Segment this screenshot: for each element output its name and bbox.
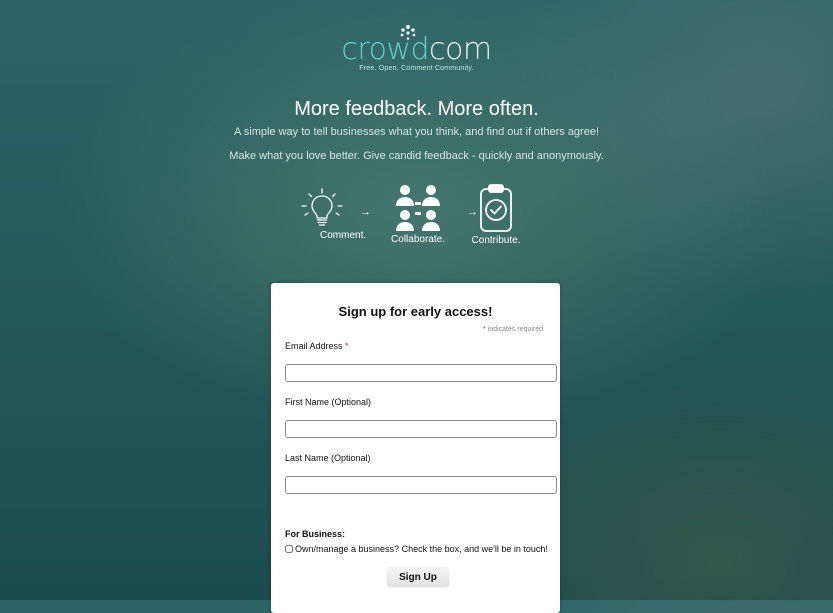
signup-title: Sign up for early access! — [338, 304, 493, 319]
hero-headline: More feedback. More often. — [294, 98, 539, 120]
business-heading: For Business: — [285, 529, 346, 539]
business-checkbox-row: Own/manage a business? Check the box, an… — [285, 544, 548, 554]
last-name-field[interactable] — [285, 476, 557, 494]
step-label-collaborate: Collaborate. — [391, 234, 445, 245]
brand-logo[interactable]: crowdcom — [341, 25, 492, 67]
brand-name-com: com — [429, 32, 492, 67]
first-name-label: First Name (Optional) — [285, 397, 372, 407]
step-comment: Comment. — [280, 188, 367, 241]
required-note-text: indicates required — [487, 326, 543, 333]
required-note: * indicates required — [483, 326, 543, 333]
step-collaborate: Collaborate. — [382, 184, 454, 245]
step-label-contribute: Contribute. — [471, 235, 521, 246]
arrow-icon-1: → — [360, 206, 371, 218]
required-star: * — [483, 326, 486, 333]
signup-card: Sign up for early access! * indicates re… — [271, 283, 560, 613]
step-contribute: Contribute. — [466, 183, 526, 246]
logo-dots-icon — [401, 25, 416, 40]
clipboard-check-icon — [480, 184, 512, 232]
signup-button[interactable]: Sign Up — [387, 568, 449, 587]
last-name-label: Last Name (Optional) — [285, 453, 371, 463]
email-label: Email Address * — [285, 341, 349, 351]
step-label-comment: Comment. — [320, 230, 367, 241]
hero-subline-2: Make what you love better. Give candid f… — [229, 150, 604, 162]
business-checkbox[interactable] — [285, 545, 293, 553]
business-checkbox-label[interactable]: Own/manage a business? Check the box, an… — [295, 544, 548, 554]
email-label-text: Email Address — [285, 341, 343, 351]
first-name-field[interactable] — [285, 420, 557, 438]
email-field[interactable] — [285, 364, 557, 382]
hero-subline-1: A simple way to tell businesses what you… — [233, 126, 600, 138]
email-required-star: * — [345, 341, 349, 351]
logo-area: crowdcom Free. Open. Comment Community. — [0, 25, 833, 72]
people-icon — [396, 185, 440, 231]
lightbulb-icon — [301, 188, 343, 226]
